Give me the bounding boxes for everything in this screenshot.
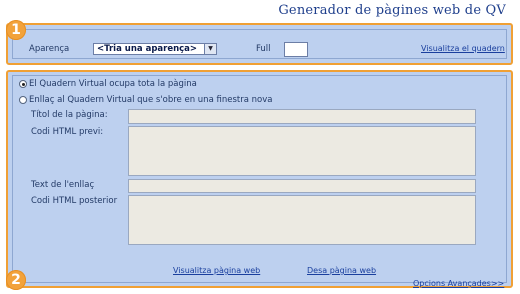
appearance-panel: Aparença <Tria una aparença> ▼ Full Visu… (12, 29, 507, 59)
chevron-down-icon[interactable]: ▼ (204, 44, 216, 54)
advanced-options-link[interactable]: Opcions Avançades>> (413, 279, 504, 288)
radio-link-window[interactable] (19, 96, 27, 104)
full-label: Full (256, 44, 271, 54)
appearance-section: Aparença <Tria una aparença> ▼ Full Visu… (6, 20, 513, 65)
view-page-link[interactable]: Visualitza pàgina web (173, 266, 260, 275)
view-notebook-link[interactable]: Visualitza el quadern (421, 44, 505, 53)
post-html-label: Codi HTML posterior (31, 196, 118, 206)
page-settings-section: El Quadern Virtual ocupa tota la pàgina … (6, 70, 513, 290)
link-text-label: Text de l'enllaç (31, 180, 95, 190)
post-html-textarea[interactable] (128, 195, 476, 245)
page-title-label: Títol de la pàgina: (31, 110, 108, 120)
page-title-input[interactable] (128, 109, 476, 124)
prev-html-textarea[interactable] (128, 126, 476, 176)
radio-full-page[interactable] (19, 80, 27, 88)
prev-html-label: Codi HTML previ: (31, 127, 104, 137)
page-settings-panel: El Quadern Virtual ocupa tota la pàgina … (12, 75, 507, 288)
appearance-select-value: <Tria una aparença> (97, 44, 198, 54)
save-page-link[interactable]: Desa pàgina web (307, 266, 376, 275)
appearance-select[interactable]: <Tria una aparença> ▼ (93, 43, 217, 55)
step-1-badge: 1 (6, 20, 26, 40)
full-input[interactable] (284, 42, 308, 57)
link-text-input[interactable] (128, 179, 476, 193)
page-title: Generador de pàgines web de QV (278, 3, 506, 18)
step-2-badge: 2 (6, 270, 26, 290)
radio-full-page-label: El Quadern Virtual ocupa tota la pàgina (29, 79, 197, 89)
radio-link-window-label: Enllaç al Quadern Virtual que s'obre en … (29, 95, 273, 105)
appearance-label: Aparença (29, 44, 70, 54)
